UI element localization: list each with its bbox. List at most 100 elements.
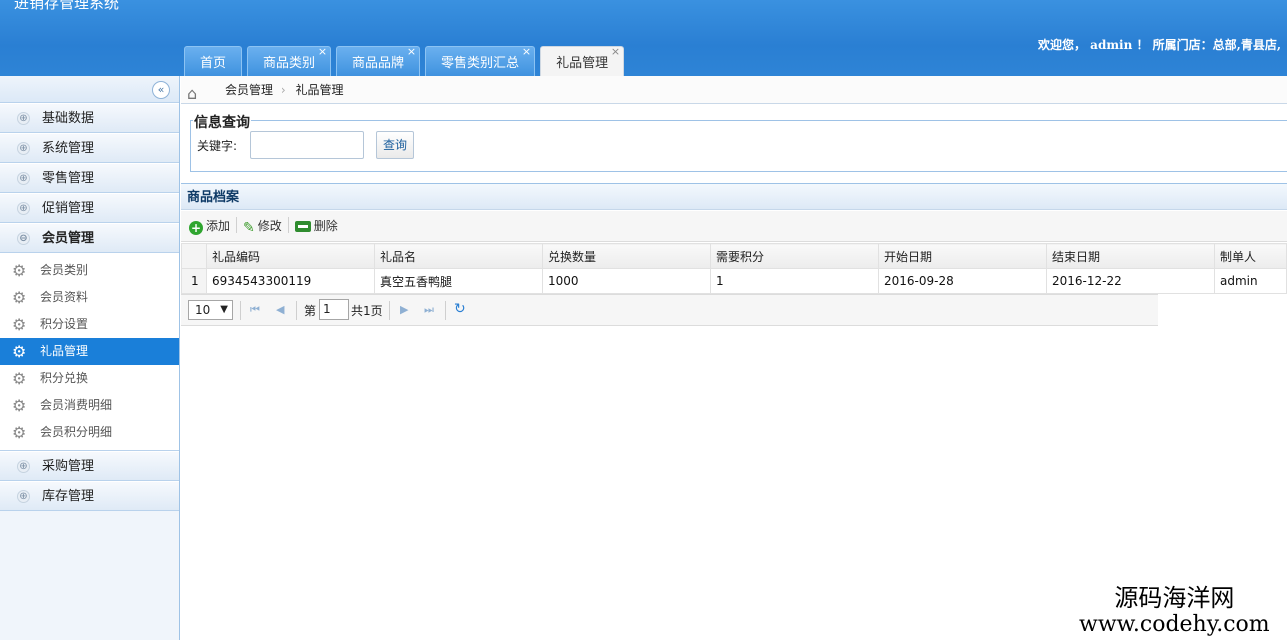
close-icon[interactable]: × (318, 37, 327, 67)
column-header[interactable]: 结束日期 (1046, 243, 1215, 269)
watermark: 源码海洋网 www.codehy.com (1079, 584, 1270, 638)
expand-icon: ⊕ (17, 490, 30, 503)
pager-separator (445, 301, 446, 320)
sidebar-item-points-settings[interactable]: ⚙ 积分设置 (0, 311, 179, 338)
tab-retail-category-summary[interactable]: 零售类别汇总 × (425, 45, 536, 76)
breadcrumb-item-member[interactable]: 会员管理 (225, 83, 273, 97)
sidebar-item-points-detail[interactable]: ⚙ 会员积分明细 (0, 419, 179, 446)
expand-icon: ⊕ (17, 460, 30, 473)
add-button[interactable]: + 添加 (189, 211, 230, 242)
item-label: 会员类别 (40, 263, 89, 277)
table-row[interactable]: 1 6934543300119 真空五香鸭腿 1000 1 2016-09-28… (181, 268, 1287, 294)
tab-label: 商品类别 (263, 56, 316, 71)
tab-label: 礼品管理 (556, 56, 609, 71)
item-label: 会员消费明细 (40, 398, 113, 412)
tab-bar: 首页 商品类别 × 商品品牌 × 零售类别汇总 × 礼品管理 × (184, 45, 625, 76)
breadcrumb-item-gift: 礼品管理 (295, 83, 344, 97)
pager-separator (389, 301, 390, 320)
sidebar-group-promotion[interactable]: ⊕ 促销管理 (0, 193, 179, 223)
close-icon[interactable]: × (407, 37, 416, 67)
item-label: 礼品管理 (40, 344, 89, 358)
delete-label: 删除 (313, 219, 338, 233)
next-page-icon[interactable]: ▶ (400, 303, 408, 316)
chevron-down-icon: ▼ (220, 304, 228, 315)
chevron-right-icon: › (280, 83, 286, 97)
page-size-select[interactable]: 10 ▼ (188, 300, 233, 320)
prev-page-icon[interactable]: ◀ (276, 303, 284, 316)
item-label: 积分设置 (40, 317, 89, 331)
gear-icon: ⚙ (12, 288, 27, 307)
group-label: 零售管理 (42, 171, 95, 186)
search-button[interactable]: 查询 (376, 131, 414, 159)
home-icon[interactable]: ⌂ (187, 80, 197, 108)
group-label: 采购管理 (42, 459, 95, 474)
sidebar-group-system[interactable]: ⊕ 系统管理 (0, 133, 179, 163)
top-header: 进销存管理系统 欢迎您， admin ！ 所属门店：总部,青县店, 首页 商品类… (0, 0, 1287, 76)
group-label: 基础数据 (42, 111, 95, 126)
first-page-icon[interactable]: ⏮ (250, 303, 260, 317)
sidebar-group-retail[interactable]: ⊕ 零售管理 (0, 163, 179, 193)
pager-blank-area (1158, 301, 1287, 326)
pagination-bar: 10 ▼ ⏮ ◀ 第 1 共1页 ▶ ⏭ ↻ (181, 294, 1158, 326)
sidebar-group-basic-data[interactable]: ⊕ 基础数据 (0, 103, 179, 133)
tab-gift-management[interactable]: 礼品管理 × (540, 45, 625, 76)
sidebar-item-member-category[interactable]: ⚙ 会员类别 (0, 257, 179, 284)
sidebar: « ⊕ 基础数据 ⊕ 系统管理 ⊕ 零售管理 ⊕ 促销管理 ⊖ 会员管理 ⚙ 会员类别 ⚙ 会… (0, 76, 180, 640)
sidebar-item-consumption-detail[interactable]: ⚙ 会员消费明细 (0, 392, 179, 419)
sidebar-item-points-exchange[interactable]: ⚙ 积分兑换 (0, 365, 179, 392)
group-label: 库存管理 (42, 489, 95, 504)
keyword-label: 关键字: (197, 139, 238, 153)
tab-home[interactable]: 首页 (184, 46, 243, 76)
column-header[interactable]: 礼品编码 (206, 243, 375, 269)
gear-icon: ⚙ (12, 261, 27, 280)
expand-icon: ⊕ (17, 142, 30, 155)
table-cell: 2016-09-28 (878, 268, 1047, 294)
collapse-icon[interactable]: « (152, 81, 170, 99)
search-panel-title: 信息查询 (193, 112, 251, 132)
sidebar-group-purchase[interactable]: ⊕ 采购管理 (0, 451, 179, 481)
search-panel: 信息查询 关键字: 查询 (190, 112, 1287, 172)
group-label: 系统管理 (42, 141, 95, 156)
table-header-row: 礼品编码 礼品名 兑换数量 需要积分 开始日期 结束日期 制单人 (181, 243, 1287, 269)
group-label: 促销管理 (42, 201, 95, 216)
tab-label: 零售类别汇总 (441, 56, 520, 71)
sidebar-item-member-profile[interactable]: ⚙ 会员资料 (0, 284, 179, 311)
page-number-input[interactable]: 1 (319, 299, 349, 320)
table-cell: 1000 (542, 268, 711, 294)
last-page-icon[interactable]: ⏭ (424, 303, 434, 317)
gear-icon: ⚙ (12, 396, 27, 415)
grid-toolbar: + 添加 ✎ 修改 删除 (181, 211, 1287, 242)
sidebar-group-inventory[interactable]: ⊕ 库存管理 (0, 481, 179, 511)
tab-product-category[interactable]: 商品类别 × (247, 45, 332, 76)
sidebar-group-member[interactable]: ⊖ 会员管理 (0, 223, 179, 253)
close-icon[interactable]: × (522, 37, 531, 67)
sidebar-item-gift-management[interactable]: ⚙ 礼品管理 (0, 338, 179, 365)
row-number-header (181, 243, 207, 269)
page-total-label: 共1页 (351, 304, 383, 318)
close-icon[interactable]: × (611, 37, 620, 67)
column-header[interactable]: 兑换数量 (542, 243, 711, 269)
pager-separator (240, 301, 241, 320)
keyword-input[interactable] (250, 131, 364, 159)
column-header[interactable]: 制单人 (1214, 243, 1287, 269)
column-header[interactable]: 礼品名 (374, 243, 543, 269)
member-submenu: ⚙ 会员类别 ⚙ 会员资料 ⚙ 积分设置 ⚙ 礼品管理 ⚙ 积分兑换 ⚙ 会员消费明细 ⚙ 会… (0, 253, 179, 451)
sidebar-collapse-bar: « (0, 76, 179, 103)
minus-icon (294, 221, 311, 232)
group-label: 会员管理 (42, 231, 95, 246)
edit-button[interactable]: ✎ 修改 (243, 211, 282, 244)
gift-table: 礼品编码 礼品名 兑换数量 需要积分 开始日期 结束日期 制单人 1 69345… (181, 243, 1287, 294)
watermark-url: www.codehy.com (1079, 612, 1270, 637)
toolbar-separator (236, 217, 238, 233)
expand-icon: ⊕ (17, 172, 30, 185)
delete-button[interactable]: 删除 (294, 211, 338, 242)
welcome-text: 欢迎您， admin ！ 所属门店：总部,青县店, (1038, 38, 1282, 52)
refresh-icon[interactable]: ↻ (454, 301, 466, 317)
column-header[interactable]: 开始日期 (878, 243, 1047, 269)
tab-label: 商品品牌 (352, 56, 405, 71)
tab-label: 首页 (200, 56, 227, 71)
collapse-group-icon: ⊖ (17, 232, 30, 245)
tab-product-brand[interactable]: 商品品牌 × (336, 45, 421, 76)
column-header[interactable]: 需要积分 (710, 243, 879, 269)
table-cell: 1 (710, 268, 879, 294)
